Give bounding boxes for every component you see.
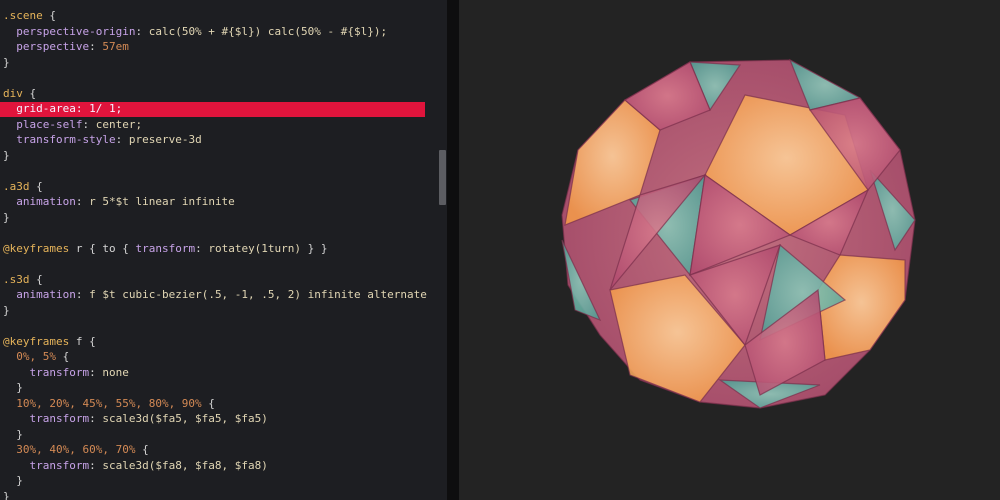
code-token: center; — [95, 117, 143, 131]
code-token: calc(50% + #{$l}) calc(50% - #{$l}); — [148, 24, 388, 38]
code-token: transform — [3, 458, 90, 472]
code-token: : — [89, 40, 103, 53]
code-token: : — [115, 133, 129, 146]
code-line[interactable]: perspective: 57em — [0, 39, 447, 55]
code-token: perspective-origin — [3, 24, 136, 38]
code-content[interactable]: .scene { perspective-origin: calc(50% + … — [0, 8, 447, 500]
code-line[interactable]: } — [0, 427, 447, 443]
code-token: : — [89, 412, 103, 425]
code-token: } — [3, 489, 10, 500]
code-line[interactable]: } — [0, 380, 447, 396]
code-line[interactable]: transform: scale3d($fa5, $fa5, $fa5) — [0, 411, 447, 427]
code-token: @keyframes — [3, 334, 70, 348]
orange-face — [817, 254, 906, 361]
code-line[interactable]: .a3d { — [0, 179, 447, 195]
code-line[interactable] — [0, 70, 447, 86]
code-token: preserve-3d — [128, 133, 202, 146]
code-token: } — [3, 303, 10, 317]
code-token: animation — [3, 288, 76, 301]
code-token: } — [3, 55, 10, 69]
code-token: : — [75, 195, 90, 208]
code-token: } — [3, 427, 23, 441]
code-token: perspective — [3, 40, 90, 53]
code-line[interactable]: } — [0, 148, 447, 164]
code-token: transform-style — [3, 133, 116, 146]
code-token: f { — [69, 334, 96, 348]
code-token: none — [102, 365, 129, 379]
code-line[interactable]: 10%, 20%, 45%, 55%, 80%, 90% { — [0, 396, 447, 412]
code-token: transform — [3, 412, 90, 425]
code-token: } — [3, 381, 23, 394]
code-token: animation — [3, 195, 76, 208]
code-token: { — [42, 9, 56, 22]
code-line[interactable]: transform-style: preserve-3d — [0, 132, 447, 148]
code-token: : — [135, 24, 149, 38]
pane-resize-divider[interactable] — [447, 0, 459, 500]
code-line[interactable]: place-self: center; — [0, 117, 447, 133]
code-token: } — [3, 210, 10, 224]
code-token: } } — [301, 241, 328, 255]
code-token: transform — [135, 241, 196, 255]
code-token: : — [195, 241, 209, 255]
code-line-highlighted[interactable]: grid-area: 1/ 1; — [0, 101, 447, 117]
code-line[interactable] — [0, 256, 447, 272]
code-line[interactable] — [0, 318, 447, 334]
code-token: f $t cubic-bezier(.5, -1, .5, 2) infinit… — [89, 288, 427, 301]
editor-scrollbar-thumb[interactable] — [439, 150, 446, 205]
code-token: 0%, 5% — [3, 350, 56, 363]
code-token: { — [29, 272, 43, 286]
code-token: rotatey(1turn) — [208, 241, 302, 255]
code-line[interactable]: perspective-origin: calc(50% + #{$l}) ca… — [0, 24, 447, 40]
code-token: { — [29, 179, 43, 193]
code-token: { — [55, 350, 70, 363]
code-line[interactable]: .s3d { — [0, 272, 447, 288]
code-line[interactable]: animation: f $t cubic-bezier(.5, -1, .5,… — [0, 287, 447, 303]
code-token: .scene — [3, 9, 43, 22]
code-token: transform — [3, 365, 90, 379]
code-editor-pane[interactable]: .scene { perspective-origin: calc(50% + … — [0, 0, 447, 500]
code-token: 57em — [102, 40, 129, 53]
code-token: 30%, 40%, 60%, 70% — [3, 443, 136, 456]
code-line[interactable] — [0, 225, 447, 241]
code-token: : — [75, 102, 90, 115]
code-token: : — [89, 458, 103, 472]
code-line[interactable]: @keyframes f { — [0, 334, 447, 350]
code-line[interactable]: } — [0, 210, 447, 226]
code-token: div — [3, 86, 23, 100]
preview-pane — [459, 0, 1000, 500]
code-token: { — [135, 443, 149, 456]
code-line[interactable]: .scene { — [0, 8, 447, 24]
code-line[interactable] — [0, 163, 447, 179]
code-line[interactable]: } — [0, 303, 447, 319]
code-token: scale3d($fa5, $fa5, $fa5) — [102, 412, 268, 425]
code-token: .a3d — [3, 179, 30, 193]
code-line[interactable]: } — [0, 473, 447, 489]
code-token: .s3d — [3, 272, 30, 286]
code-line[interactable]: } — [0, 55, 447, 71]
code-token: grid-area — [3, 102, 76, 115]
code-token: : — [82, 117, 96, 131]
code-line[interactable]: 0%, 5% { — [0, 349, 447, 365]
code-line[interactable]: transform: scale3d($fa8, $fa8, $fa8) — [0, 458, 447, 474]
code-token: 10%, 20%, 45%, 55%, 80%, 90% — [3, 396, 202, 410]
code-token: : — [89, 365, 103, 379]
code-token: r { to { — [69, 241, 136, 255]
polyhedron-render — [561, 58, 916, 409]
code-token: @keyframes — [3, 241, 70, 255]
code-token: place-self — [3, 117, 83, 131]
code-line[interactable]: animation: r 5*$t linear infinite — [0, 194, 447, 210]
code-line[interactable]: 30%, 40%, 60%, 70% { — [0, 442, 447, 458]
code-line[interactable]: @keyframes r { to { transform: rotatey(1… — [0, 241, 447, 257]
code-line[interactable]: transform: none — [0, 365, 447, 381]
code-token: { — [201, 396, 215, 410]
code-line[interactable]: } — [0, 489, 447, 500]
code-token: r 5*$t linear infinite — [89, 195, 235, 208]
code-token: } — [3, 148, 10, 162]
code-token: scale3d($fa8, $fa8, $fa8) — [102, 458, 268, 472]
code-line[interactable]: div { — [0, 86, 447, 102]
code-token: : — [75, 288, 90, 301]
code-token: } — [3, 474, 23, 487]
code-token: { — [22, 86, 37, 100]
code-token: 1/ 1; — [89, 102, 123, 115]
